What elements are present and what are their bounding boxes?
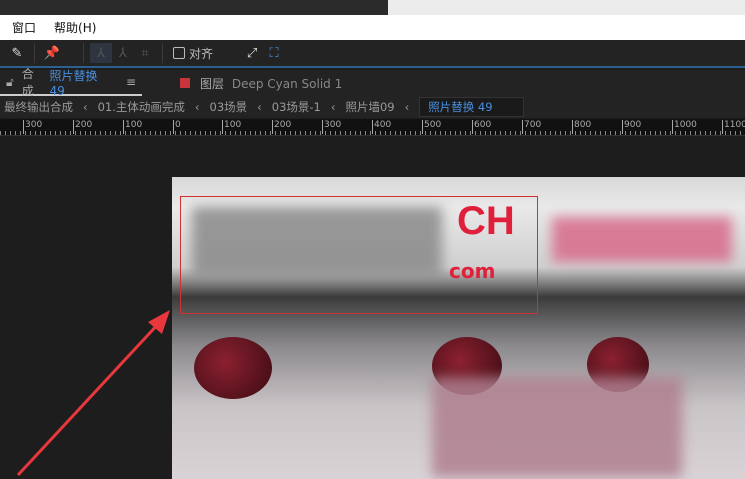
axis-world-icon[interactable]: ⅄ <box>112 43 134 63</box>
breadcrumb-item[interactable]: 03场景-1 <box>272 99 321 115</box>
ruler-label: 1100 <box>722 120 745 134</box>
tab-composition[interactable]: 🔓︎ 合成 照片替换 49 ≡ <box>0 67 142 98</box>
chevron-left-icon: ‹ <box>330 100 336 114</box>
divider <box>162 43 163 63</box>
chevron-left-icon: ‹ <box>404 100 410 114</box>
ruler-label: 300 <box>322 120 341 134</box>
puppet-tool-icon[interactable]: ✎ <box>6 43 28 63</box>
breadcrumb-item[interactable]: 最终输出合成 <box>4 99 73 115</box>
red-arrow-annotation <box>16 310 170 477</box>
layer-color-swatch <box>180 78 190 88</box>
ruler-label: 100 <box>123 120 142 134</box>
ruler-label: 0 <box>173 120 181 134</box>
ruler-label: 900 <box>622 120 641 134</box>
tab-layer[interactable]: 图层 Deep Cyan Solid 1 <box>200 75 342 92</box>
title-bar-right <box>388 0 745 15</box>
breadcrumb-item[interactable]: 01.主体动画完成 <box>98 99 185 115</box>
chevron-left-icon: ‹ <box>194 100 200 114</box>
ruler-label: 800 <box>572 120 591 134</box>
snap-checkbox[interactable] <box>173 47 185 59</box>
panel-tabs: 🔓︎ 合成 照片替换 49 ≡ 图层 Deep Cyan Solid 1 <box>0 67 745 98</box>
ruler-label: 200 <box>73 120 92 134</box>
ruler-label: 600 <box>472 120 491 134</box>
pin-tool-icon[interactable]: 📌 <box>41 43 63 63</box>
breadcrumb-item[interactable]: 照片墙09 <box>345 99 394 115</box>
axis-local-icon[interactable]: ⅄ <box>90 43 112 63</box>
tab-layer-name: Deep Cyan Solid 1 <box>231 76 343 91</box>
snap-bounds-icon[interactable]: ⛶ <box>263 43 285 63</box>
chevron-left-icon: ‹ <box>83 100 88 114</box>
toolbar: ✎ 📌 ⅄ ⅄ ⌗ 对齐 ⤢ ⛶ <box>0 40 745 68</box>
ruler-label: 100 <box>222 120 241 134</box>
blurred-region <box>432 377 682 477</box>
menu-help[interactable]: 帮助(H) <box>54 19 96 36</box>
tab-layer-prefix: 图层 <box>200 76 225 91</box>
expand-icon[interactable]: ⤢ <box>241 43 263 63</box>
chevron-left-icon: ‹ <box>257 100 262 114</box>
ruler-label: 500 <box>422 120 441 134</box>
lantern <box>194 337 272 399</box>
ruler-label: 1000 <box>672 120 697 134</box>
axis-view-icon[interactable]: ⌗ <box>134 43 156 63</box>
title-bar <box>0 0 745 15</box>
layer-bounding-box[interactable] <box>180 196 538 314</box>
breadcrumb-item-active[interactable]: 照片替换 49 <box>419 97 524 117</box>
tab-comp-prefix: 合成 <box>21 67 34 98</box>
breadcrumb: 最终输出合成 ‹ 01.主体动画完成 ‹ 03场景 ‹ 03场景-1 ‹ 照片墙09 ‹ … <box>0 96 745 118</box>
ruler-label: 700 <box>522 120 541 134</box>
panel-menu-icon[interactable]: ≡ <box>126 75 136 89</box>
lock-icon[interactable]: 🔓︎ <box>6 75 14 90</box>
divider <box>34 43 35 63</box>
ruler-label: 400 <box>372 120 391 134</box>
tab-comp-name: 照片替换 49 <box>49 68 98 98</box>
menu-bar: 窗口 帮助(H) <box>0 15 745 40</box>
menu-window[interactable]: 窗口 <box>12 19 36 36</box>
ruler-label: 300 <box>23 120 42 134</box>
divider <box>83 43 84 63</box>
horizontal-ruler[interactable]: 300 200 100 0 100 200 300 400 500 600 70… <box>0 119 745 136</box>
blurred-region <box>552 217 732 262</box>
breadcrumb-item[interactable]: 03场景 <box>210 99 248 115</box>
ruler-label: 200 <box>272 120 291 134</box>
arrow-shaft <box>16 320 162 477</box>
snap-label: 对齐 <box>189 46 214 61</box>
